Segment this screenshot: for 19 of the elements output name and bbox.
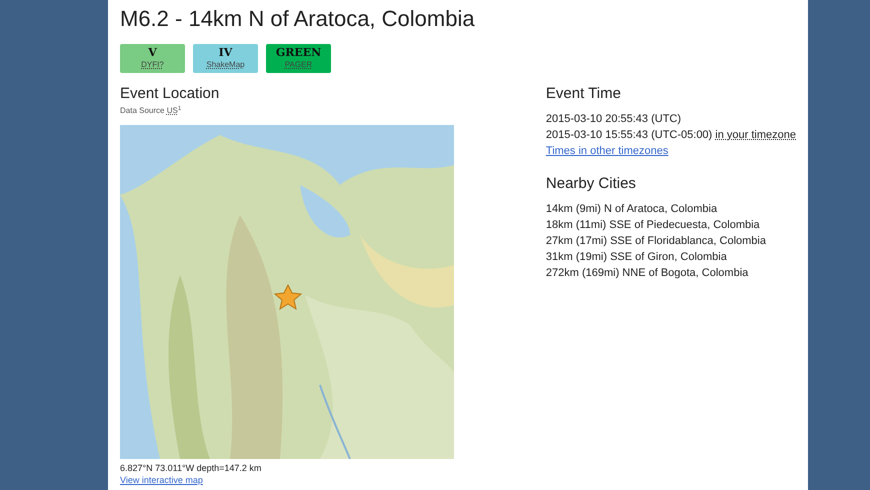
timezones-link[interactable]: Times in other timezones xyxy=(546,143,796,159)
intensity-badge[interactable]: GREEN PAGER xyxy=(266,44,331,73)
section-heading: Event Time xyxy=(546,85,622,103)
local-time: 2015-03-10 15:55:43 (UTC-05:00) xyxy=(546,129,712,141)
nearby-city: 272km (169mi) NNE of Bogota, Colombia xyxy=(546,266,750,281)
intensity-badge[interactable]: V DYFI? xyxy=(120,44,185,73)
data-source: Data Source US$^{1}$ xyxy=(120,105,182,117)
intensity-badge[interactable]: IV ShakeMap xyxy=(193,44,258,73)
page-title: M6.2 - 14km N of Aratoca, Colombia xyxy=(120,5,476,33)
nearby-city: 31km (19mi) SSE of Giron, Colombia xyxy=(546,250,728,265)
nearby-city: 18km (11mi) SSE of Piedecuesta, Colombia xyxy=(546,218,761,233)
nearby-city: 27km (17mi) SSE of Floridablanca, Colombia xyxy=(546,234,767,249)
section-heading: Nearby Cities xyxy=(546,175,637,193)
timezone-note: in your timezone xyxy=(715,129,796,141)
nearby-city: 14km (9mi) N of Aratoca, Colombia xyxy=(546,202,718,217)
section-heading: Event Location xyxy=(120,85,220,103)
utc-time: 2015-03-10 20:55:43 (UTC) xyxy=(546,112,682,127)
coordinates-text: 6.827°N 73.011°W depth=147.2 km xyxy=(120,462,262,474)
interactive-map-link[interactable]: View interactive map xyxy=(120,474,546,486)
